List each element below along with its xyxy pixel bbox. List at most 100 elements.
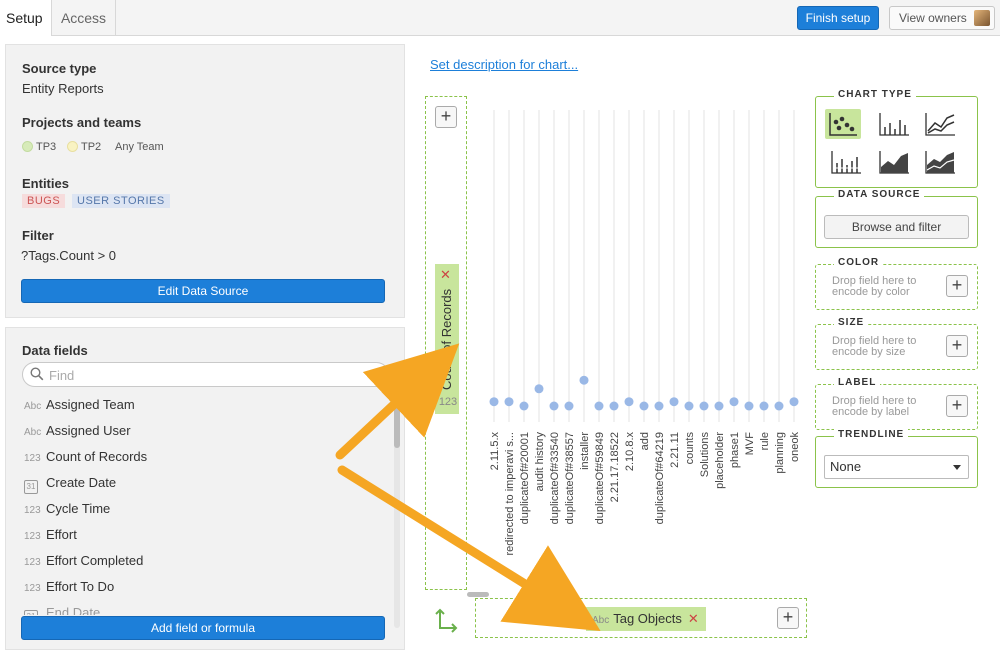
- x-tick-label: MVF: [744, 432, 756, 456]
- add-label-field-button[interactable]: +: [946, 395, 968, 417]
- set-description-link[interactable]: Set description for chart...: [430, 57, 578, 72]
- data-point[interactable]: [759, 401, 769, 411]
- search-placeholder: Find: [49, 368, 75, 383]
- y-axis-drop-zone[interactable]: + ✕ Count of Records 123: [425, 96, 467, 590]
- field-name: Effort To Do: [46, 579, 115, 594]
- add-y-field-button[interactable]: +: [435, 106, 457, 128]
- stacked-bar-icon[interactable]: [828, 147, 864, 177]
- field-item-create-date[interactable]: 31 Create Date: [24, 475, 116, 495]
- x-tick-label: audit history: [534, 432, 546, 492]
- tab-access[interactable]: Access: [52, 0, 116, 36]
- x-tick-label: rule: [759, 432, 771, 450]
- trendline-select[interactable]: None: [824, 455, 969, 479]
- label-title: LABEL: [834, 377, 881, 388]
- area-icon[interactable]: [876, 147, 912, 177]
- data-point[interactable]: [789, 397, 799, 407]
- field-item-effort-to-do[interactable]: 123 Effort To Do: [24, 579, 114, 599]
- x-tick-label: redirected to imperavi s...: [504, 432, 516, 556]
- team-label: TP3: [36, 141, 57, 153]
- view-owners-button[interactable]: View owners: [889, 6, 995, 30]
- label-drop-zone[interactable]: LABEL Drop field here to encode by label…: [815, 377, 978, 430]
- data-point[interactable]: [564, 401, 574, 411]
- field-item-effort[interactable]: 123 Effort: [24, 527, 77, 547]
- field-item-cycle-time[interactable]: 123 Cycle Time: [24, 501, 110, 521]
- chart-type-title: CHART TYPE: [834, 89, 916, 100]
- x-tick-label: phase1: [729, 432, 741, 468]
- team-tp2: TP2: [67, 141, 101, 153]
- size-drop-zone[interactable]: SIZE Drop field here to encode by size +: [815, 317, 978, 370]
- x-tick-label: 2.11.5.x: [489, 432, 501, 471]
- data-point[interactable]: [549, 401, 559, 411]
- swap-axes-icon[interactable]: [432, 606, 460, 634]
- x-field-label: Tag Objects: [613, 611, 682, 626]
- x-tick-label: duplicateOf#64219: [654, 432, 666, 524]
- x-tick-label: duplicateOf#33540: [549, 432, 561, 524]
- field-item-effort-completed[interactable]: 123 Effort Completed: [24, 553, 143, 573]
- add-x-field-button[interactable]: +: [777, 607, 799, 629]
- x-tick-label: Solutions: [699, 432, 711, 478]
- scatter-icon[interactable]: [825, 109, 861, 139]
- fields-scrollbar[interactable]: [394, 388, 400, 448]
- add-color-field-button[interactable]: +: [946, 275, 968, 297]
- data-point[interactable]: [714, 401, 724, 411]
- field-item-end-date[interactable]: 31 End Date: [24, 605, 100, 615]
- stacked-area-icon[interactable]: [922, 147, 958, 177]
- source-type-value: Entity Reports: [22, 81, 104, 96]
- remove-x-field-icon[interactable]: ✕: [688, 611, 699, 626]
- chart-area: 2.11.5.x redirected to imperavi s... dupli…: [486, 110, 801, 585]
- chart-scrollbar[interactable]: [467, 592, 489, 597]
- calendar-icon: 31: [24, 480, 38, 494]
- finish-setup-button[interactable]: Finish setup: [797, 6, 879, 30]
- size-title: SIZE: [834, 317, 869, 328]
- data-point[interactable]: [774, 401, 784, 411]
- data-point[interactable]: [684, 401, 694, 411]
- data-point[interactable]: [729, 397, 739, 407]
- tab-setup[interactable]: Setup: [0, 0, 52, 36]
- data-point[interactable]: [489, 397, 499, 407]
- data-point[interactable]: [504, 397, 514, 407]
- data-point[interactable]: [534, 384, 544, 394]
- search-input[interactable]: Find: [22, 362, 389, 387]
- chevron-down-icon: [953, 465, 961, 470]
- x-axis-drop-zone[interactable]: Abc Tag Objects ✕ +: [475, 598, 807, 638]
- field-type: Abc: [24, 401, 42, 412]
- color-drop-zone[interactable]: COLOR Drop field here to encode by color…: [815, 257, 978, 310]
- label-hint: Drop field here to encode by label: [832, 395, 917, 418]
- y-field-pill[interactable]: ✕ Count of Records 123: [435, 264, 459, 414]
- y-field-type: 123: [438, 396, 458, 408]
- data-point[interactable]: [654, 401, 664, 411]
- data-point[interactable]: [609, 401, 619, 411]
- add-field-button[interactable]: Add field or formula: [21, 616, 385, 640]
- line-icon[interactable]: [922, 109, 958, 139]
- add-size-field-button[interactable]: +: [946, 335, 968, 357]
- data-point[interactable]: [639, 401, 649, 411]
- data-point[interactable]: [624, 397, 634, 407]
- field-item-count-of-records[interactable]: 123 Count of Records: [24, 449, 147, 469]
- field-type: 123: [24, 583, 41, 594]
- data-source-panel: Source type Entity Reports Projects and …: [5, 44, 405, 318]
- field-item-assigned-team[interactable]: Abc Assigned Team: [24, 397, 135, 417]
- x-tick-label: duplicateOf#59849: [594, 432, 606, 524]
- x-field-pill[interactable]: Abc Tag Objects ✕: [586, 607, 706, 631]
- data-point[interactable]: [669, 397, 679, 407]
- entity-badge-user-stories: USER STORIES: [72, 194, 170, 208]
- source-type-title: Source type: [22, 61, 97, 76]
- x-tick-label: oneok: [789, 432, 801, 462]
- field-type: 123: [24, 505, 41, 516]
- top-bar: Setup Access Finish setup View owners: [0, 0, 1000, 36]
- team-label: TP2: [81, 141, 102, 153]
- trendline-box: TRENDLINE None: [815, 429, 978, 488]
- edit-data-source-button[interactable]: Edit Data Source: [21, 279, 385, 303]
- filter-title: Filter: [22, 228, 54, 243]
- data-point[interactable]: [594, 401, 604, 411]
- field-item-assigned-user[interactable]: Abc Assigned User: [24, 423, 131, 443]
- x-tick-label: duplicateOf#20001: [519, 432, 531, 524]
- field-name: Count of Records: [46, 449, 148, 464]
- data-point[interactable]: [519, 401, 529, 411]
- x-tick-label: placeholder: [714, 432, 726, 489]
- data-point[interactable]: [699, 401, 709, 411]
- bar-icon[interactable]: [876, 109, 912, 139]
- data-point[interactable]: [579, 375, 589, 385]
- data-point[interactable]: [744, 401, 754, 411]
- browse-filter-button[interactable]: Browse and filter: [824, 215, 969, 239]
